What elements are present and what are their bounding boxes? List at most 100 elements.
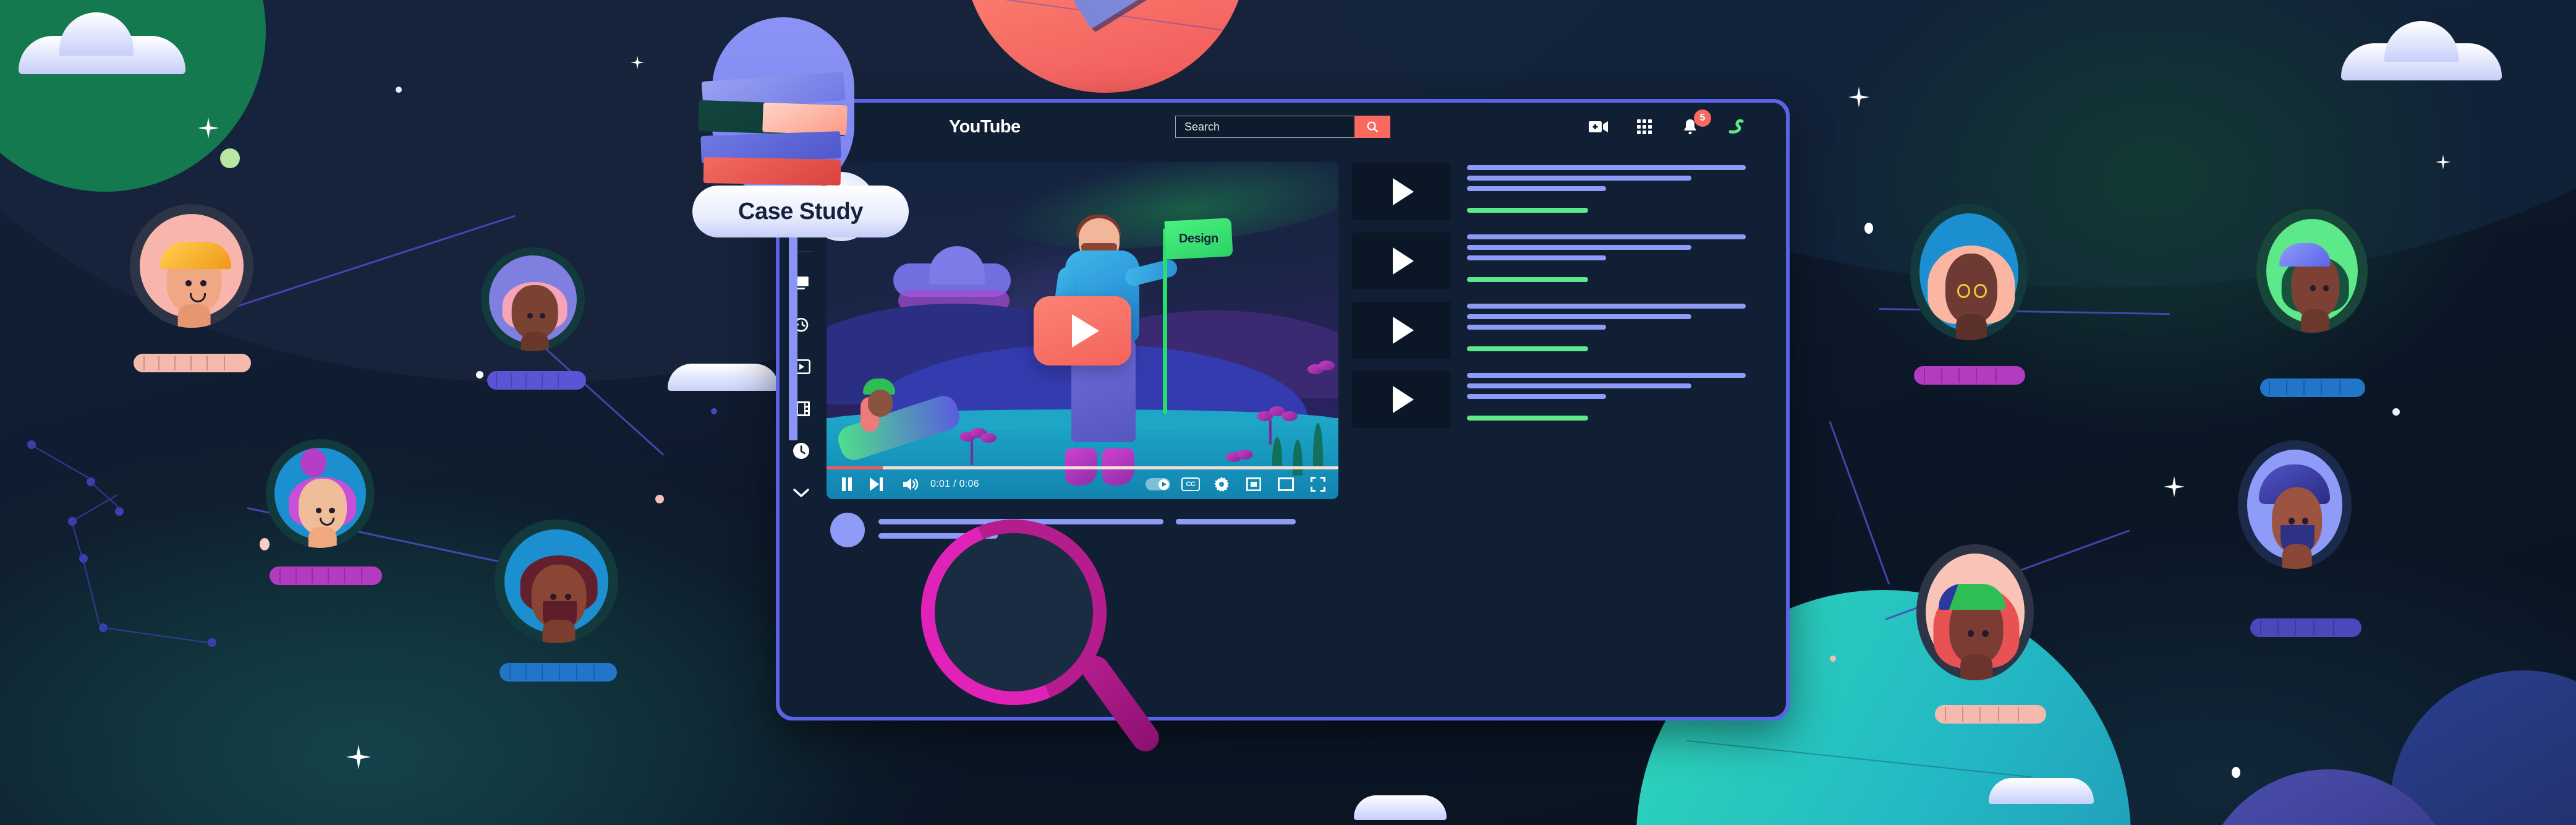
suggested-video-4[interactable] <box>1352 371 1770 428</box>
gear-icon <box>1214 477 1229 492</box>
create-video-button[interactable] <box>1588 116 1609 137</box>
search-button[interactable] <box>1354 116 1390 138</box>
youtube-logo[interactable]: YouTube <box>949 117 1021 137</box>
star-dot <box>476 371 483 378</box>
search-bar <box>1175 116 1390 138</box>
avatar-face <box>157 236 231 328</box>
miniplayer-icon <box>1246 477 1261 491</box>
player-right-controls: CC <box>1146 474 1328 495</box>
fullscreen-button[interactable] <box>1307 474 1328 495</box>
play-triangle-icon <box>1393 247 1414 275</box>
badge-stem <box>789 230 797 440</box>
player-controls: 0:01 / 0:06 CC <box>827 469 1338 499</box>
magnifier <box>893 491 1165 757</box>
play-overlay-button[interactable] <box>1034 296 1131 365</box>
avatar-face <box>520 552 598 643</box>
play-triangle-icon <box>1393 386 1414 413</box>
avatar-namebar <box>487 371 586 390</box>
avatar-namebar <box>134 354 251 372</box>
miniplayer-button[interactable] <box>1243 474 1264 495</box>
video-thumbnail[interactable] <box>1352 233 1451 289</box>
avatar-namebar <box>499 663 617 682</box>
avatar-beard-guy[interactable] <box>495 519 618 643</box>
avatar-cap-guy[interactable] <box>130 204 253 328</box>
avatar-turban[interactable] <box>2238 440 2352 569</box>
suggested-videos-list <box>1352 162 1770 717</box>
avatar-face <box>2258 464 2331 569</box>
avatar-face <box>2279 241 2349 333</box>
cloud-mid-left <box>668 364 779 391</box>
avatar-face <box>502 275 567 351</box>
search-input[interactable] <box>1175 116 1354 138</box>
video-thumbnail[interactable] <box>1352 163 1451 220</box>
topbar-icons: 5 <box>1588 109 1761 137</box>
avatar-namebar <box>2260 378 2365 397</box>
pause-icon <box>842 477 852 491</box>
channel-avatar[interactable] <box>830 513 865 547</box>
chevron-down-icon <box>793 489 809 497</box>
next-video-button[interactable] <box>866 474 887 495</box>
star-dot <box>1830 656 1836 662</box>
time-display: 0:01 / 0:06 <box>930 479 979 489</box>
captions-button[interactable]: CC <box>1181 477 1200 491</box>
suggested-video-3[interactable] <box>1352 302 1770 359</box>
video-thumbnail[interactable] <box>1352 371 1451 428</box>
pause-button[interactable] <box>836 474 857 495</box>
notifications-button[interactable]: 5 <box>1680 109 1711 137</box>
star-dot <box>2392 408 2400 416</box>
design-flag: Design <box>1164 218 1233 260</box>
apps-grid-button[interactable] <box>1634 116 1655 137</box>
avatar-face <box>288 448 357 548</box>
star-dot <box>1864 223 1873 234</box>
autoplay-knob <box>1158 479 1169 490</box>
star-dot <box>655 495 664 503</box>
star-dot <box>711 408 717 414</box>
green-planet <box>0 0 266 192</box>
cloud-bottom-right <box>1989 778 2094 804</box>
avatar-pink-hair[interactable] <box>481 247 585 351</box>
avatar-namebar <box>1914 366 2025 385</box>
case-study-label: Case Study <box>738 198 863 224</box>
notification-badge: 5 <box>1694 109 1711 127</box>
theater-icon <box>1278 477 1294 491</box>
volume-button[interactable] <box>901 474 922 495</box>
next-icon <box>870 477 883 491</box>
avatar-bun-girl[interactable] <box>266 439 375 548</box>
green-planet-moon <box>220 148 240 168</box>
video-info-placeholder <box>1467 302 1770 351</box>
suggested-video-2[interactable] <box>1352 233 1770 289</box>
theater-mode-button[interactable] <box>1275 474 1296 495</box>
video-climber-character <box>834 378 963 464</box>
volume-icon <box>903 478 919 490</box>
avatar-face <box>1928 239 2015 340</box>
video-thumbnail[interactable] <box>1352 302 1451 359</box>
flag-label: Design <box>1179 231 1219 246</box>
avatar-namebar <box>2250 618 2361 637</box>
create-video-icon <box>1589 121 1608 132</box>
play-triangle-icon <box>1072 314 1099 348</box>
autoplay-toggle[interactable] <box>1146 478 1170 490</box>
video-info-placeholder <box>1467 163 1770 213</box>
account-avatar-button[interactable] <box>1725 116 1746 137</box>
settings-gear-button[interactable] <box>1211 474 1232 495</box>
avatar-green-cap[interactable] <box>1916 544 2034 680</box>
avatar-glasses[interactable] <box>1910 204 2028 340</box>
youtube-topbar: YouTube Search 5 <box>780 103 1786 151</box>
search-icon <box>1367 121 1379 133</box>
star-icon <box>2164 476 2185 497</box>
case-study-badge: Case Study <box>692 186 909 237</box>
play-triangle-icon <box>1393 178 1414 205</box>
cloud-bottom-left <box>1354 795 1447 820</box>
star-dot <box>396 87 402 93</box>
space-background: YouTube Search 5 Design 0:01 / 0:06 CC C… <box>0 0 2576 825</box>
suggested-video-1[interactable] <box>1352 163 1770 220</box>
book-bottom <box>703 157 841 186</box>
books-stack <box>698 17 859 203</box>
sidebar-item-watch-later[interactable] <box>790 440 812 462</box>
sidebar-item-show-more[interactable] <box>790 482 812 504</box>
avatar-namebar <box>1935 705 2046 724</box>
navy-planet <box>2391 670 2576 825</box>
avatar-dreadlocks[interactable] <box>2256 209 2368 333</box>
fullscreen-icon <box>1311 477 1325 492</box>
apps-grid-icon <box>1637 119 1652 134</box>
